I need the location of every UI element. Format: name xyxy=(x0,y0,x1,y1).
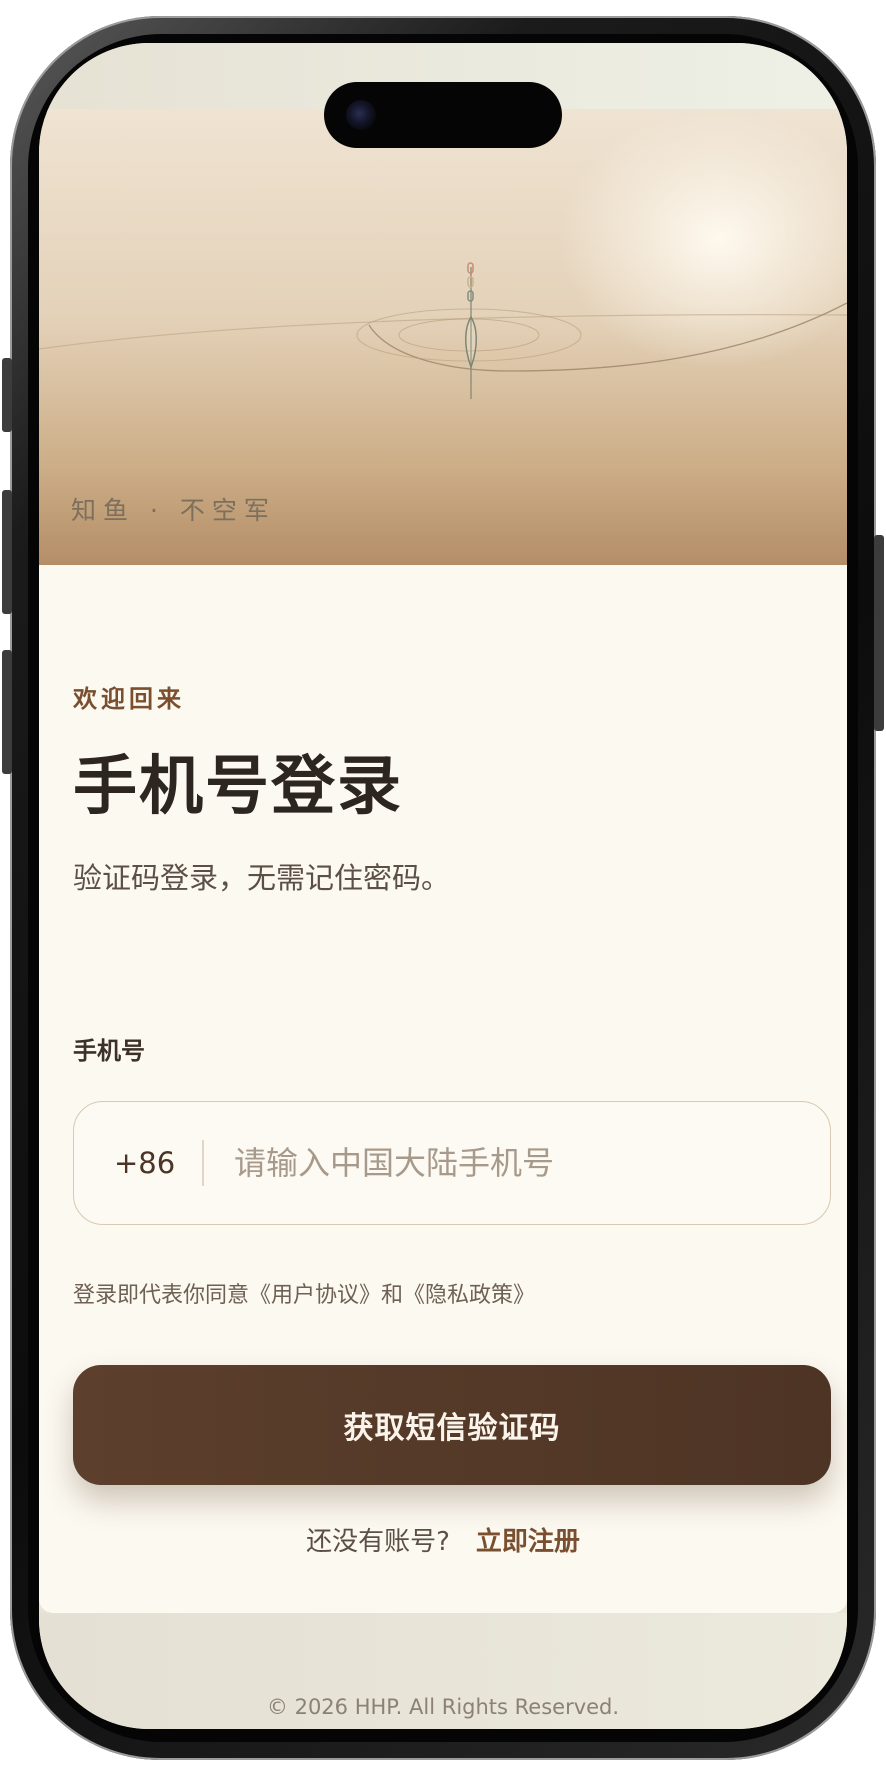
page-subtitle: 验证码登录，无需记住密码。 xyxy=(73,861,451,895)
screen: 知鱼 · 不空军 欢迎回来 手机号登录 验证码登录，无需记住密码。 手机号 +8… xyxy=(39,43,847,1729)
divider xyxy=(202,1140,204,1186)
agreement-prefix: 登录即代表你同意 xyxy=(73,1283,250,1308)
camera-icon xyxy=(346,100,376,130)
privacy-policy-link[interactable]: 《隐私政策》 xyxy=(403,1283,535,1308)
footer: © 2026 HHP. All Rights Reserved. xyxy=(39,1613,847,1729)
agreement-and: 和 xyxy=(381,1283,404,1308)
login-card: 欢迎回来 手机号登录 验证码登录，无需记住密码。 手机号 +86 登录即代表你同… xyxy=(39,565,847,1613)
register-link[interactable]: 立即注册 xyxy=(476,1527,580,1557)
country-code[interactable]: +86 xyxy=(114,1102,175,1224)
phone-field[interactable]: +86 xyxy=(73,1101,831,1225)
page-title: 手机号登录 xyxy=(73,750,403,824)
user-agreement-link[interactable]: 《用户协议》 xyxy=(249,1283,381,1308)
volume-up-button xyxy=(2,490,12,614)
hero-banner: 知鱼 · 不空军 xyxy=(39,109,847,565)
register-prompt: 还没有账号? xyxy=(306,1527,450,1557)
phone-input[interactable] xyxy=(234,1102,794,1224)
get-sms-code-button[interactable]: 获取短信验证码 xyxy=(73,1365,831,1485)
register-row: 还没有账号? 立即注册 xyxy=(39,1521,847,1558)
agreement-text: 登录即代表你同意《用户协议》和《隐私政策》 xyxy=(73,1277,535,1309)
welcome-label: 欢迎回来 xyxy=(73,685,185,713)
phone-field-label: 手机号 xyxy=(73,1037,145,1065)
power-button xyxy=(874,535,884,731)
action-button xyxy=(2,358,12,432)
copyright-text: © 2026 HHP. All Rights Reserved. xyxy=(266,1695,620,1719)
dynamic-island xyxy=(324,82,562,148)
volume-down-button xyxy=(2,650,12,774)
hero-tagline: 知鱼 · 不空军 xyxy=(71,496,276,525)
